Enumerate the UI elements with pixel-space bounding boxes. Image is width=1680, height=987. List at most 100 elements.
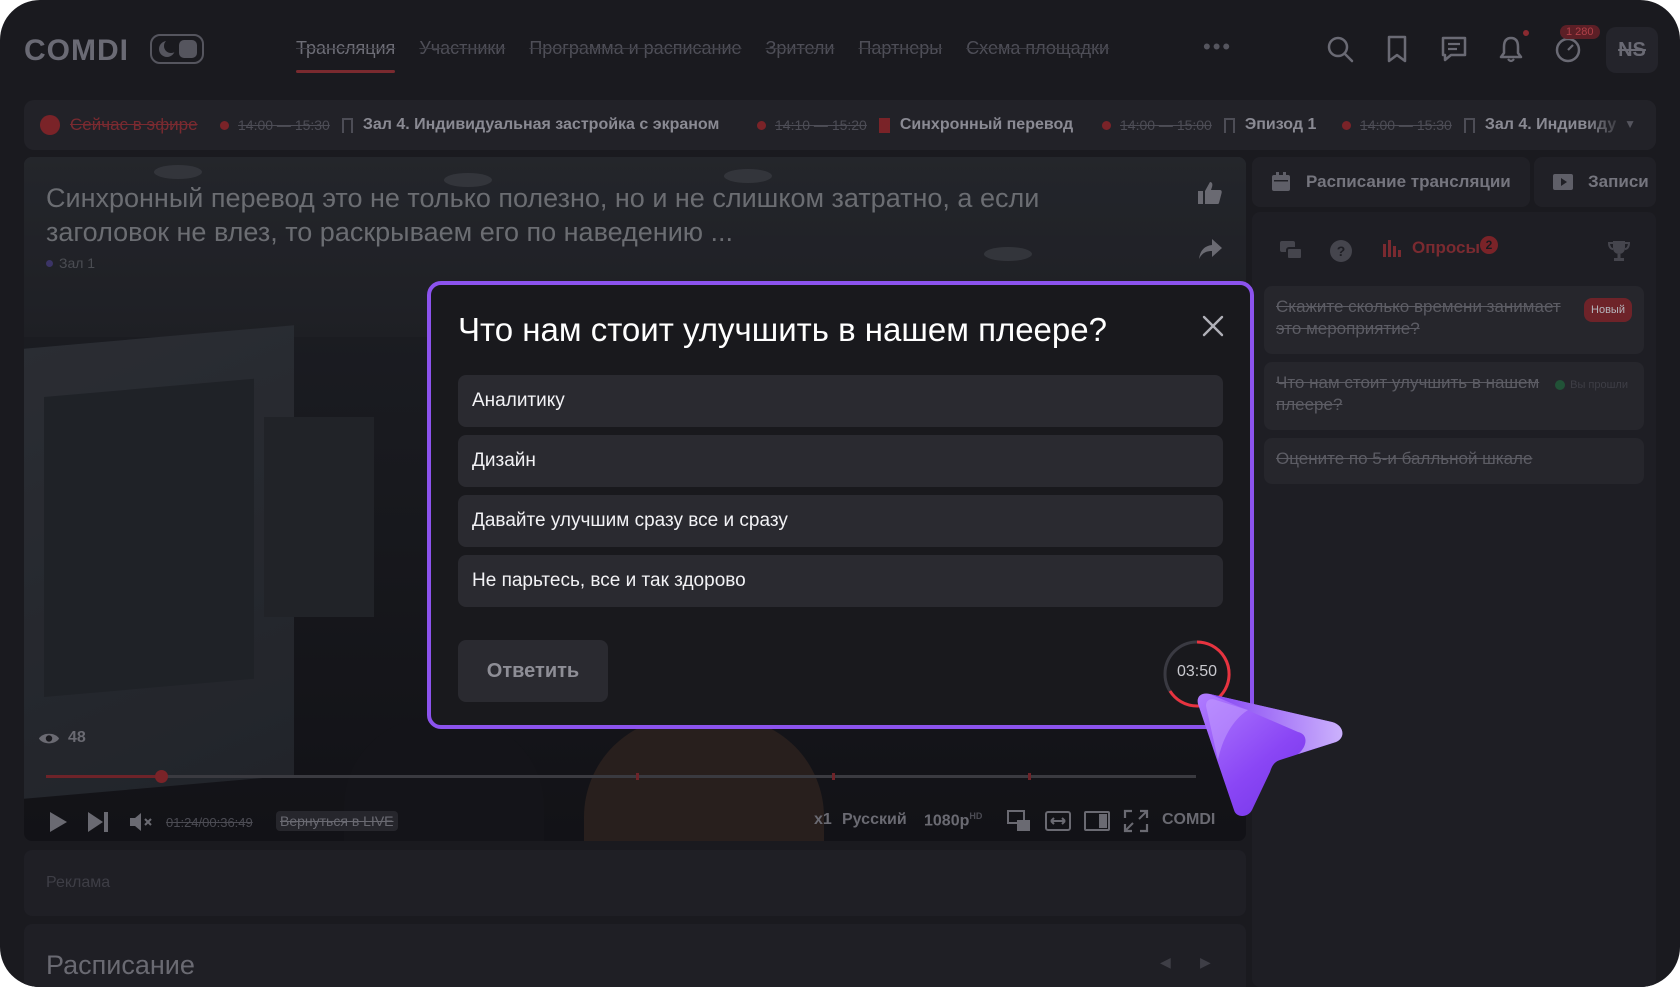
wide-mode-icon[interactable] [1045,809,1071,838]
video-title: Синхронный перевод это не только полезно… [46,183,1040,247]
bookmark-icon[interactable] [341,117,353,133]
ticker-time: 14:00 — 15:30 [238,117,330,133]
poll-option[interactable]: Не парьтесь, все и так здорово [458,555,1223,607]
nav-item-participants[interactable]: Участники [419,38,505,59]
new-badge: Новый [1584,298,1632,322]
ticker-item[interactable]: 14:00 — 15:30 Зал 4. Индивиду [1342,116,1616,134]
poll-question-title: Что нам стоит улучшить в нашем плеере? [458,311,1107,348]
search-icon[interactable] [1325,34,1355,64]
bookmark-filled-icon[interactable] [878,117,890,133]
check-icon [1555,380,1566,390]
room-dot-icon [46,259,53,267]
bookmark-icon[interactable] [1382,34,1412,64]
ticker-title: Зал 4. Индивидуальная застройка с экрано… [362,116,720,133]
poll-question: Оцените по 5-и балльной шкале [1276,449,1533,468]
moon-icon [159,39,178,57]
tab-broadcast-schedule-label: Расписание трансляции [1306,172,1511,191]
fullscreen-icon[interactable] [1123,809,1149,838]
ticker-time: 14:10 — 15:20 [775,117,867,133]
ticker-time: 14:00 — 15:00 [1120,117,1212,133]
main-nav: Трансляция Участники Программа и расписа… [296,38,1133,73]
nav-item-venue-map[interactable]: Схема площадки [966,38,1109,59]
submit-answer-button[interactable]: Ответить [458,640,608,702]
poll-list-item[interactable]: Что нам стоит улучшить в нашем плеере? В… [1264,362,1644,430]
picture-in-picture-icon[interactable] [1006,809,1032,838]
poll-list-item[interactable]: Скажите сколько времени занимает это мер… [1264,286,1644,354]
player-controls: 01:24/00:36:49 Вернуться в LIVE x1 Русск… [24,787,1246,837]
ticker-item[interactable]: 14:00 — 15:30 Зал 4. Индивидуальная заст… [220,116,719,134]
nav-item-viewers[interactable]: Зрители [766,38,835,59]
bookmark-icon[interactable] [1463,117,1475,133]
progress-handle[interactable] [155,770,168,783]
poll-modal: Что нам стоит улучшить в нашем плеере? А… [427,281,1254,729]
ticker-item[interactable]: 14:00 — 15:00 Эпизод 1 [1102,116,1316,134]
quality-value: 1080p [924,812,970,830]
speed-button[interactable]: x1 [814,811,832,829]
video-icon [1553,174,1573,190]
nav-item-partners[interactable]: Партнеры [858,38,942,59]
live-dot-icon [1102,120,1111,130]
poll-option[interactable]: Давайте улучшим сразу все и сразу [458,495,1223,547]
language-button[interactable]: Русский [842,811,907,829]
counter-badge: 1 280 [1560,25,1600,39]
chevron-left-icon[interactable]: ◀ [1160,954,1171,971]
poll-option[interactable]: Аналитику [458,375,1223,427]
video-progress-bar[interactable] [46,770,1196,783]
trophy-icon[interactable] [1606,238,1632,269]
ad-label: Реклама [46,874,111,891]
viewers-count: 48 [38,729,86,747]
next-icon[interactable] [86,811,110,838]
panel-tabs: ? Опросы 2 [1252,224,1656,289]
poll-list-item[interactable]: Оцените по 5-и балльной шкале [1264,438,1644,484]
chevron-right-icon[interactable]: ▶ [1200,954,1211,971]
passed-label: Вы прошли [1570,379,1628,391]
play-icon[interactable] [48,811,68,838]
chapter-mark [832,773,835,780]
live-dot-icon [1342,120,1351,130]
bell-icon[interactable] [1496,34,1526,64]
tab-records[interactable]: Записи [1534,157,1656,207]
video-room: Зал 1 [46,255,95,271]
tab-polls[interactable]: Опросы [1382,238,1480,258]
schedule-section: Расписание ◀ ▶ [24,924,1246,987]
more-icon[interactable]: ••• [1203,34,1232,60]
bookmark-icon[interactable] [1223,117,1235,133]
theater-mode-icon[interactable] [1084,809,1110,838]
chat-tab-icon[interactable] [1278,238,1304,269]
quality-button[interactable]: 1080pHD [924,811,982,830]
ticker-title: Эпизод 1 [1244,116,1317,133]
tab-broadcast-schedule[interactable]: Расписание трансляции [1252,157,1530,207]
hd-badge: HD [969,811,983,821]
theme-toggle[interactable] [150,34,204,64]
nav-item-broadcast[interactable]: Трансляция [296,38,396,73]
calendar-icon [1272,172,1290,191]
app-frame: COMDI Трансляция Участники Программа и р… [0,0,1680,987]
poll-option[interactable]: Дизайн [458,435,1223,487]
playback-time: 01:24/00:36:49 [166,815,253,830]
live-dot-icon [757,120,766,130]
chevron-down-icon[interactable]: ▼ [1624,117,1636,131]
mute-icon[interactable] [128,811,154,838]
thumbs-up-icon[interactable] [1196,179,1224,207]
close-icon[interactable] [1200,313,1226,339]
svg-text:?: ? [1337,243,1346,259]
progress-fill [46,775,161,778]
chapter-mark [1028,773,1031,780]
tab-polls-label: Опросы [1412,238,1481,257]
schedule-title: Расписание [46,950,195,980]
live-ticker: Сейчас в эфире 14:00 — 15:30 Зал 4. Инди… [24,100,1656,150]
back-to-live-button[interactable]: Вернуться в LIVE [276,811,398,831]
share-icon[interactable] [1196,235,1224,263]
header: COMDI Трансляция Участники Программа и р… [0,0,1680,96]
live-label[interactable]: Сейчас в эфире [70,115,198,135]
live-dot-icon [220,120,229,130]
ticker-time: 14:00 — 15:30 [1360,117,1452,133]
question-tab-icon[interactable]: ? [1328,238,1354,269]
nav-item-program[interactable]: Программа и расписание [529,38,741,59]
timer-value: 03:50 [1176,663,1218,680]
viewers-value: 48 [68,729,86,746]
chat-icon[interactable] [1439,34,1469,64]
interactive-panel: ? Опросы 2 Скажите сколько времени заним… [1252,212,1656,987]
avatar[interactable]: NS [1606,27,1658,73]
ticker-item[interactable]: 14:10 — 15:20 Синхронный перевод [757,116,1073,134]
